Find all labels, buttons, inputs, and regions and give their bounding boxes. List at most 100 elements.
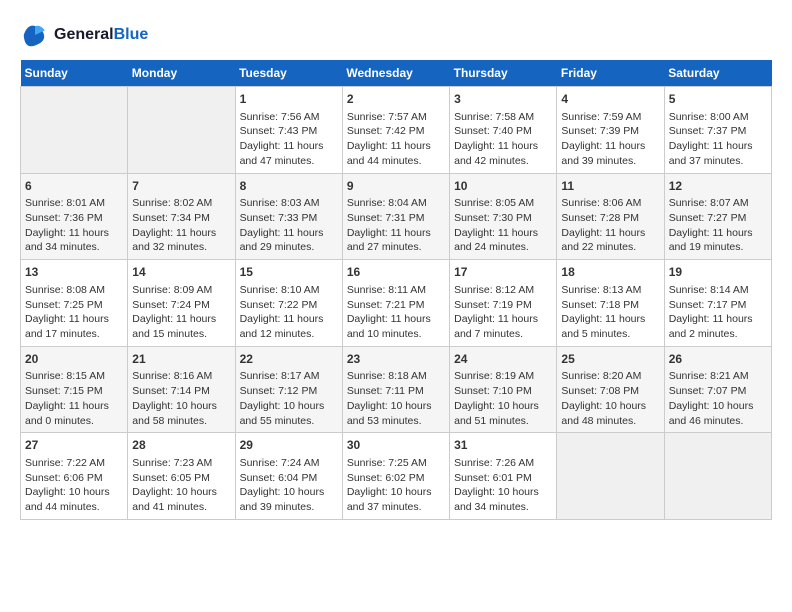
calendar-table: SundayMondayTuesdayWednesdayThursdayFrid… xyxy=(20,60,772,520)
day-info: Sunset: 7:37 PM xyxy=(669,124,767,139)
day-number: 2 xyxy=(347,91,445,108)
day-info: Daylight: 11 hours and 39 minutes. xyxy=(561,139,659,168)
day-number: 26 xyxy=(669,351,767,368)
calendar-cell: 19Sunrise: 8:14 AMSunset: 7:17 PMDayligh… xyxy=(664,260,771,347)
day-info: Sunset: 7:10 PM xyxy=(454,384,552,399)
day-info: Sunrise: 8:04 AM xyxy=(347,196,445,211)
header-tuesday: Tuesday xyxy=(235,60,342,87)
day-info: Daylight: 11 hours and 12 minutes. xyxy=(240,312,338,341)
day-info: Sunrise: 8:16 AM xyxy=(132,369,230,384)
calendar-cell: 8Sunrise: 8:03 AMSunset: 7:33 PMDaylight… xyxy=(235,173,342,260)
day-number: 14 xyxy=(132,264,230,281)
day-info: Daylight: 11 hours and 10 minutes. xyxy=(347,312,445,341)
day-info: Sunset: 6:05 PM xyxy=(132,471,230,486)
day-info: Sunset: 7:19 PM xyxy=(454,298,552,313)
day-number: 25 xyxy=(561,351,659,368)
week-row-4: 20Sunrise: 8:15 AMSunset: 7:15 PMDayligh… xyxy=(21,346,772,433)
day-info: Sunrise: 8:13 AM xyxy=(561,283,659,298)
calendar-cell xyxy=(128,87,235,174)
logo-text: GeneralBlue xyxy=(54,26,148,44)
day-number: 5 xyxy=(669,91,767,108)
day-info: Daylight: 10 hours and 34 minutes. xyxy=(454,485,552,514)
day-info: Sunrise: 8:10 AM xyxy=(240,283,338,298)
day-number: 21 xyxy=(132,351,230,368)
day-info: Sunset: 7:08 PM xyxy=(561,384,659,399)
header-thursday: Thursday xyxy=(450,60,557,87)
day-info: Sunrise: 8:08 AM xyxy=(25,283,123,298)
calendar-cell: 22Sunrise: 8:17 AMSunset: 7:12 PMDayligh… xyxy=(235,346,342,433)
logo: GeneralBlue xyxy=(20,20,148,50)
day-info: Sunrise: 8:06 AM xyxy=(561,196,659,211)
day-info: Sunset: 7:15 PM xyxy=(25,384,123,399)
calendar-cell xyxy=(664,433,771,520)
day-info: Daylight: 11 hours and 34 minutes. xyxy=(25,226,123,255)
calendar-cell: 17Sunrise: 8:12 AMSunset: 7:19 PMDayligh… xyxy=(450,260,557,347)
day-info: Sunrise: 8:21 AM xyxy=(669,369,767,384)
day-info: Sunset: 7:18 PM xyxy=(561,298,659,313)
day-info: Sunset: 6:04 PM xyxy=(240,471,338,486)
day-info: Sunrise: 7:25 AM xyxy=(347,456,445,471)
day-number: 20 xyxy=(25,351,123,368)
day-info: Sunrise: 7:56 AM xyxy=(240,110,338,125)
day-info: Daylight: 11 hours and 29 minutes. xyxy=(240,226,338,255)
header-wednesday: Wednesday xyxy=(342,60,449,87)
day-number: 27 xyxy=(25,437,123,454)
day-info: Daylight: 10 hours and 44 minutes. xyxy=(25,485,123,514)
day-info: Sunrise: 8:03 AM xyxy=(240,196,338,211)
day-info: Daylight: 11 hours and 22 minutes. xyxy=(561,226,659,255)
day-info: Sunset: 7:27 PM xyxy=(669,211,767,226)
header-sunday: Sunday xyxy=(21,60,128,87)
day-info: Daylight: 11 hours and 27 minutes. xyxy=(347,226,445,255)
calendar-cell: 9Sunrise: 8:04 AMSunset: 7:31 PMDaylight… xyxy=(342,173,449,260)
calendar-cell: 3Sunrise: 7:58 AMSunset: 7:40 PMDaylight… xyxy=(450,87,557,174)
day-info: Sunset: 7:28 PM xyxy=(561,211,659,226)
calendar-cell: 11Sunrise: 8:06 AMSunset: 7:28 PMDayligh… xyxy=(557,173,664,260)
day-number: 11 xyxy=(561,178,659,195)
day-info: Sunset: 7:21 PM xyxy=(347,298,445,313)
day-info: Daylight: 10 hours and 55 minutes. xyxy=(240,399,338,428)
calendar-cell: 25Sunrise: 8:20 AMSunset: 7:08 PMDayligh… xyxy=(557,346,664,433)
day-info: Daylight: 11 hours and 44 minutes. xyxy=(347,139,445,168)
day-info: Sunrise: 8:18 AM xyxy=(347,369,445,384)
day-info: Daylight: 10 hours and 41 minutes. xyxy=(132,485,230,514)
day-info: Sunset: 7:25 PM xyxy=(25,298,123,313)
day-info: Sunrise: 8:02 AM xyxy=(132,196,230,211)
day-info: Daylight: 11 hours and 0 minutes. xyxy=(25,399,123,428)
day-info: Sunset: 7:07 PM xyxy=(669,384,767,399)
day-number: 22 xyxy=(240,351,338,368)
day-number: 28 xyxy=(132,437,230,454)
day-info: Daylight: 10 hours and 58 minutes. xyxy=(132,399,230,428)
day-info: Daylight: 11 hours and 32 minutes. xyxy=(132,226,230,255)
day-number: 6 xyxy=(25,178,123,195)
day-info: Sunset: 7:43 PM xyxy=(240,124,338,139)
day-info: Daylight: 10 hours and 39 minutes. xyxy=(240,485,338,514)
day-info: Sunset: 7:30 PM xyxy=(454,211,552,226)
day-info: Daylight: 10 hours and 48 minutes. xyxy=(561,399,659,428)
day-number: 29 xyxy=(240,437,338,454)
calendar-cell: 4Sunrise: 7:59 AMSunset: 7:39 PMDaylight… xyxy=(557,87,664,174)
day-number: 8 xyxy=(240,178,338,195)
calendar-cell: 7Sunrise: 8:02 AMSunset: 7:34 PMDaylight… xyxy=(128,173,235,260)
day-info: Sunset: 7:39 PM xyxy=(561,124,659,139)
day-info: Sunrise: 7:24 AM xyxy=(240,456,338,471)
day-number: 23 xyxy=(347,351,445,368)
day-info: Sunrise: 7:26 AM xyxy=(454,456,552,471)
day-info: Sunset: 7:34 PM xyxy=(132,211,230,226)
day-info: Sunrise: 8:12 AM xyxy=(454,283,552,298)
day-info: Daylight: 11 hours and 15 minutes. xyxy=(132,312,230,341)
day-info: Sunset: 7:40 PM xyxy=(454,124,552,139)
day-number: 19 xyxy=(669,264,767,281)
day-info: Sunset: 7:14 PM xyxy=(132,384,230,399)
calendar-cell: 26Sunrise: 8:21 AMSunset: 7:07 PMDayligh… xyxy=(664,346,771,433)
day-info: Daylight: 10 hours and 53 minutes. xyxy=(347,399,445,428)
week-row-1: 1Sunrise: 7:56 AMSunset: 7:43 PMDaylight… xyxy=(21,87,772,174)
day-info: Daylight: 11 hours and 42 minutes. xyxy=(454,139,552,168)
calendar-cell: 29 Sunrise: 7:24 AMSunset: 6:04 PMDayligh… xyxy=(235,433,342,520)
day-number: 4 xyxy=(561,91,659,108)
day-info: Sunset: 7:12 PM xyxy=(240,384,338,399)
calendar-cell: 10Sunrise: 8:05 AMSunset: 7:30 PMDayligh… xyxy=(450,173,557,260)
day-info: Sunset: 7:31 PM xyxy=(347,211,445,226)
day-info: Sunset: 7:22 PM xyxy=(240,298,338,313)
day-number: 9 xyxy=(347,178,445,195)
week-row-2: 6Sunrise: 8:01 AMSunset: 7:36 PMDaylight… xyxy=(21,173,772,260)
